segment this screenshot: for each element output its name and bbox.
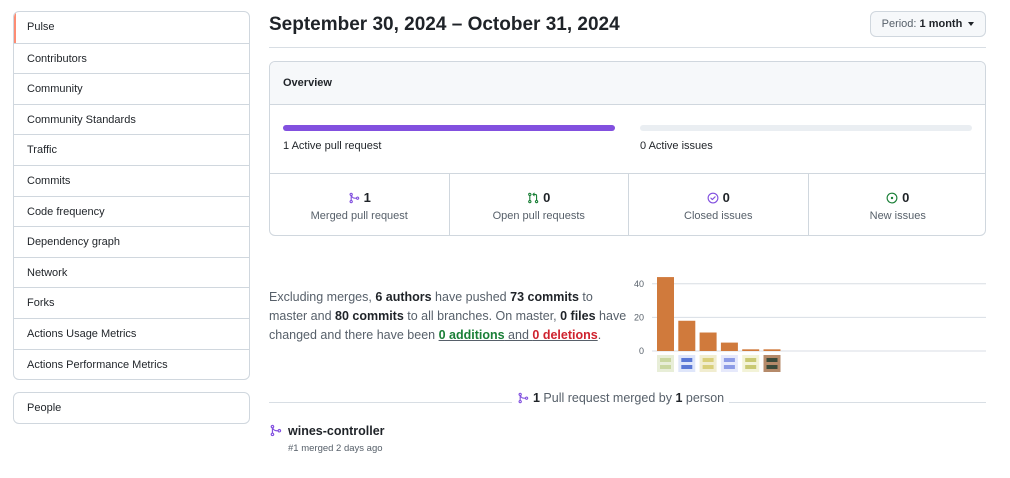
merged-icon	[349, 192, 359, 203]
chart-bar	[657, 277, 674, 351]
files-count: 0 files	[560, 309, 596, 323]
active-issues-progress-bar	[640, 125, 972, 131]
chart-bar	[699, 332, 717, 351]
author-commits-chart: 0 20 40	[634, 277, 986, 372]
active-pr-progress-bar	[283, 125, 615, 131]
avatar-pattern	[681, 365, 693, 369]
summary-text: and	[504, 328, 533, 342]
overview-stats: 1 Merged pull request 0 Open pull reques…	[270, 173, 986, 235]
header-divider	[269, 47, 986, 48]
new-issues-count: 0	[902, 190, 910, 205]
y-tick-label: 0	[639, 346, 644, 356]
summary-text: have pushed	[431, 290, 511, 304]
open-issue-icon	[886, 192, 898, 203]
avatar	[742, 355, 760, 372]
avatar	[763, 355, 781, 372]
overview-title: Overview	[270, 62, 985, 105]
sidebar-item-traffic[interactable]: Traffic	[14, 134, 249, 165]
caret-down-icon	[968, 22, 975, 27]
active-pull-request-link[interactable]: 1 Active pull request	[283, 140, 381, 152]
pr-meta: #1 merged 2 days ago	[288, 443, 383, 454]
summary-text: to all branches. On master,	[403, 309, 561, 323]
commits-count: 73 commits	[510, 290, 579, 304]
merged-icon	[518, 392, 529, 404]
chart-bar	[763, 349, 781, 351]
closed-issue-icon	[707, 192, 719, 203]
period-label: Period:	[881, 18, 917, 30]
avatar-pattern	[745, 365, 757, 369]
avatar-pattern	[766, 365, 778, 369]
active-pr-progress-fill	[283, 125, 615, 131]
closed-issues-count: 0	[722, 190, 730, 205]
avatar-pattern	[702, 365, 714, 369]
chart-bar	[678, 320, 696, 351]
avatar-pattern	[702, 358, 714, 362]
merged-pr-count: 1	[363, 190, 371, 205]
additions-count: 0 additions	[438, 328, 505, 342]
active-issues-link[interactable]: 0 Active issues	[640, 140, 713, 152]
pr-title-link[interactable]: wines-controller	[288, 424, 385, 438]
commit-summary: Excluding merges, 6 authors have pushed …	[269, 288, 629, 345]
avatar-pattern	[723, 358, 735, 362]
period-value: 1 month	[919, 18, 963, 30]
deletions-count: 0 deletions	[532, 328, 598, 342]
avatar-pattern	[723, 365, 735, 369]
sidebar-item-actions-performance-metrics[interactable]: Actions Performance Metrics	[14, 348, 249, 380]
avatar	[678, 355, 696, 372]
avatar-pattern	[766, 358, 778, 362]
overview-box: Overview 1 Active pull request 0 Active …	[269, 61, 986, 236]
pr-section-heading: 1 Pull request merged by 1 person	[512, 391, 730, 405]
people-sidebar: People	[13, 392, 250, 424]
avatar	[657, 355, 674, 372]
open-pr-count: 0	[543, 190, 551, 205]
summary-text: Excluding merges,	[269, 290, 376, 304]
y-tick-label: 40	[634, 279, 644, 289]
insights-sidebar: Pulse Contributors Community Community S…	[13, 11, 250, 381]
avatar-pattern	[660, 365, 671, 369]
open-pr-icon	[528, 191, 539, 203]
avatar-pattern	[660, 358, 671, 362]
merged-pr-stat[interactable]: 1 Merged pull request	[270, 174, 449, 235]
page-title: September 30, 2024 – October 31, 2024	[269, 14, 620, 35]
sidebar-item-contributors[interactable]: Contributors	[14, 42, 249, 74]
pr-merged-count: 1	[533, 391, 540, 405]
new-issues-stat[interactable]: 0 New issues	[807, 174, 986, 235]
sidebar-item-network[interactable]: Network	[14, 256, 249, 288]
sidebar-item-community-standards[interactable]: Community Standards	[14, 103, 249, 135]
closed-issues-label: Closed issues	[684, 210, 753, 222]
open-pr-stat[interactable]: 0 Open pull requests	[448, 174, 629, 235]
pr-heading-text: person	[682, 391, 725, 405]
sidebar-item-people[interactable]: People	[14, 393, 249, 423]
merged-pr-label: Merged pull request	[310, 210, 408, 222]
changes-link[interactable]: 0 additions and 0 deletions	[439, 328, 598, 342]
sidebar-item-dependency-graph[interactable]: Dependency graph	[14, 226, 249, 257]
avatar	[699, 355, 717, 372]
all-branch-commits-count: 80 commits	[335, 309, 404, 323]
sidebar-item-commits[interactable]: Commits	[14, 164, 249, 196]
sidebar-item-code-frequency[interactable]: Code frequency	[14, 195, 249, 227]
summary-text: .	[597, 328, 602, 342]
authors-count: 6 authors	[375, 290, 432, 304]
sidebar-item-forks[interactable]: Forks	[14, 287, 249, 318]
pr-heading-text: Pull request merged by	[539, 391, 676, 405]
chart-bar	[720, 342, 738, 351]
avatar-pattern	[745, 358, 757, 362]
avatar-pattern	[681, 358, 693, 362]
open-pr-label: Open pull requests	[492, 210, 585, 222]
merged-icon	[270, 424, 282, 437]
period-dropdown-button[interactable]: Period: 1 month	[870, 11, 986, 37]
new-issues-label: New issues	[869, 210, 926, 222]
sidebar-item-pulse[interactable]: Pulse	[14, 12, 249, 43]
sidebar-item-community[interactable]: Community	[14, 73, 249, 104]
y-tick-label: 20	[634, 312, 644, 322]
sidebar-item-actions-usage-metrics[interactable]: Actions Usage Metrics	[14, 317, 249, 349]
avatar	[720, 355, 738, 372]
closed-issues-stat[interactable]: 0 Closed issues	[628, 174, 808, 235]
chart-bar	[742, 349, 760, 351]
